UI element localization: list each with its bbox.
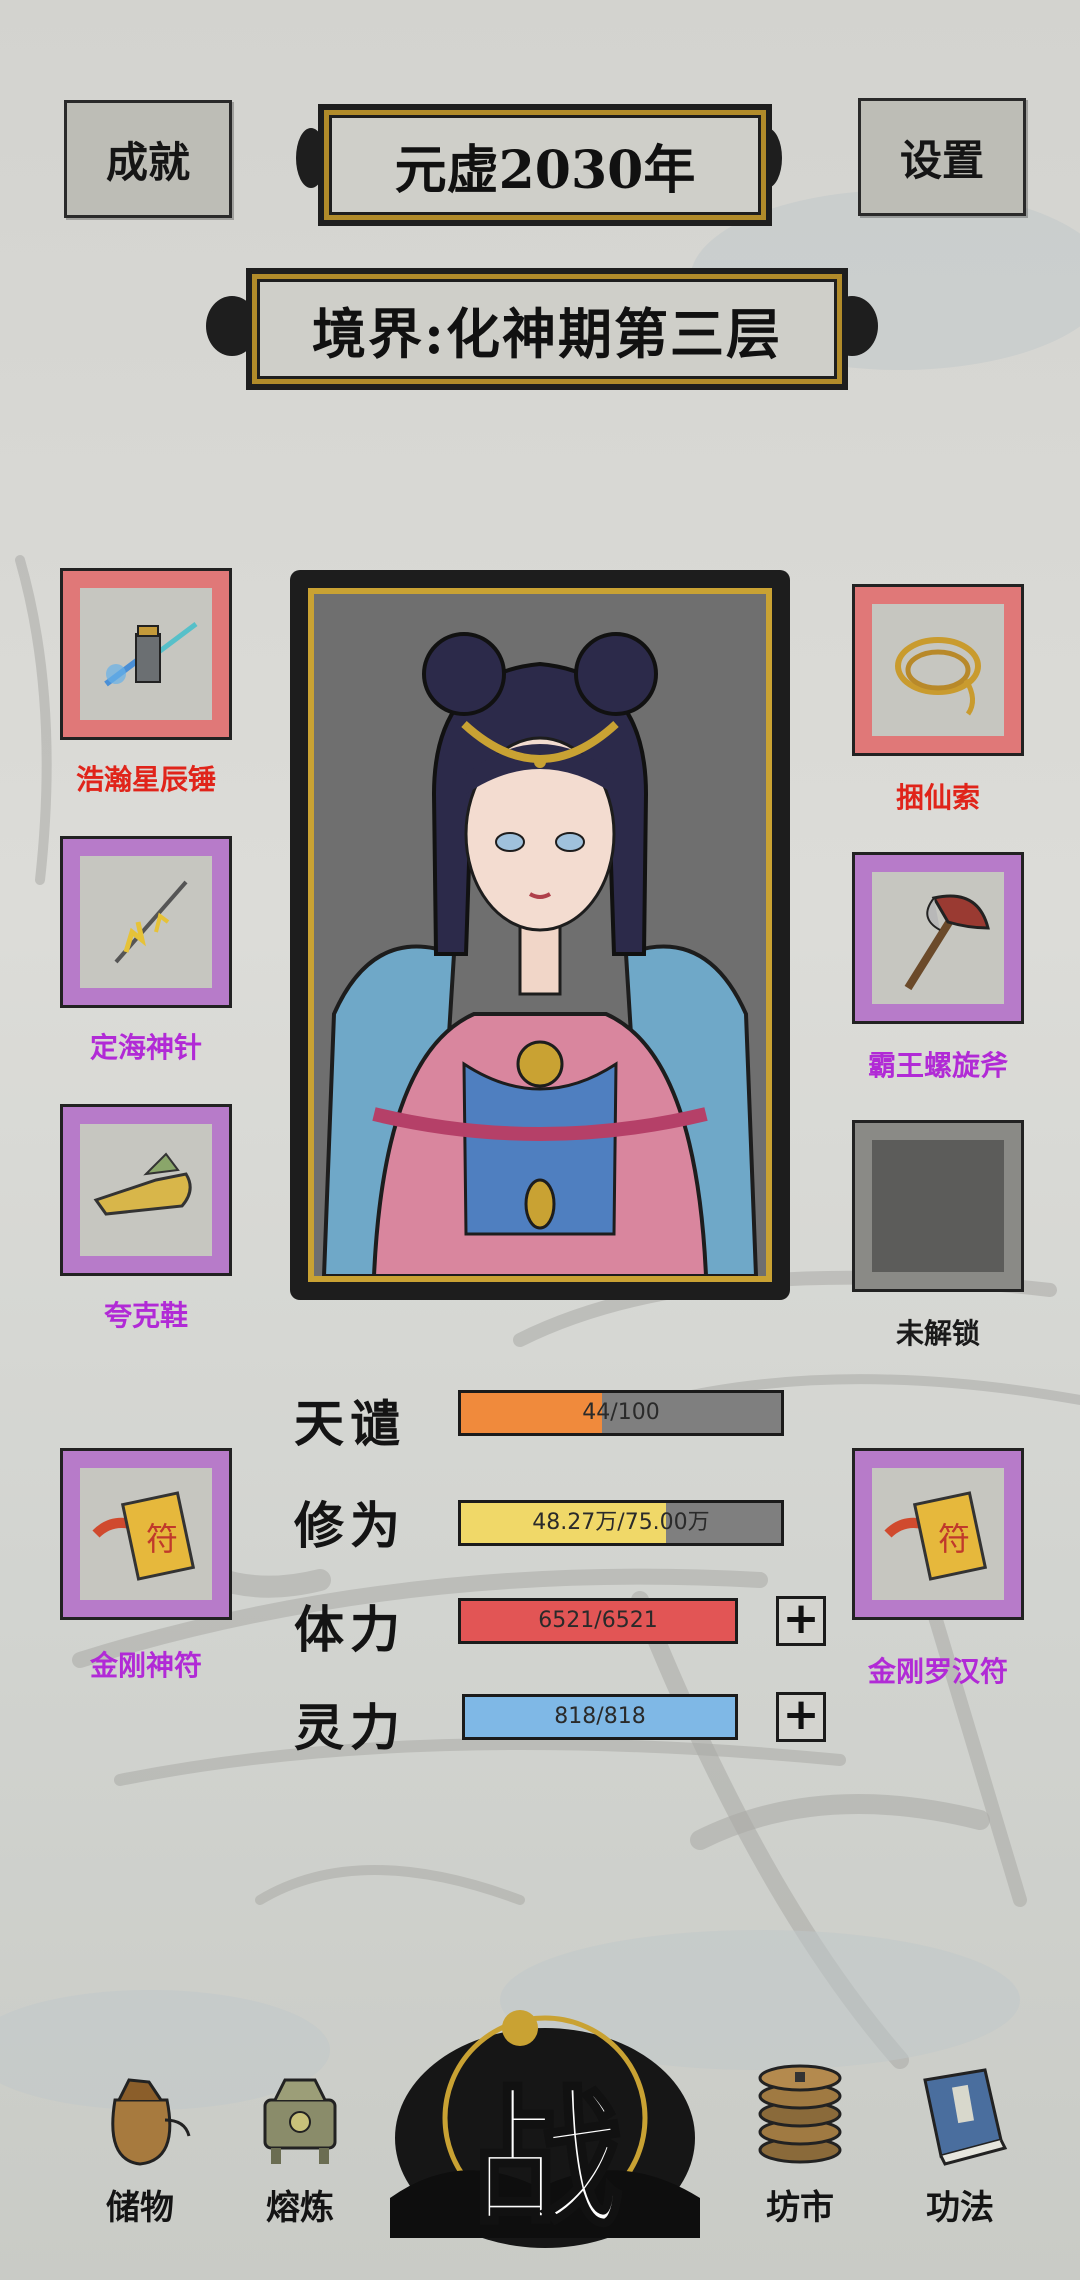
stat-label-stamina: 体力 <box>294 1600 406 1659</box>
stamina-bar: 6521/6521 <box>458 1598 738 1644</box>
nav-skills[interactable]: 功法 <box>900 2060 1020 2229</box>
equip-label-boots: 夸克鞋 <box>103 1299 188 1332</box>
fight-button-label: 战 <box>470 2069 624 2249</box>
realm-plate: 境界:化神期第三层 <box>246 268 848 390</box>
nav-refine[interactable]: 熔炼 <box>240 2060 360 2229</box>
equip-label-talisman: 金刚神符 <box>89 1649 202 1682</box>
pouch-icon <box>111 2078 191 2166</box>
coins-icon <box>758 2064 842 2164</box>
equip-label-rope: 捆仙索 <box>895 781 980 814</box>
stat-label-punishment: 天谴 <box>294 1394 406 1453</box>
year-plate: 元虚2030年 <box>318 104 772 226</box>
equip-slot-locked[interactable] <box>852 1120 1024 1292</box>
stat-label-spirit: 灵力 <box>294 1698 406 1757</box>
settings-button[interactable]: 设置 <box>858 98 1026 216</box>
settings-label: 设置 <box>899 135 984 185</box>
equip-slot-needle[interactable] <box>60 836 232 1008</box>
character-illustration <box>314 594 766 1276</box>
svg-text:符: 符 <box>146 1520 178 1558</box>
spirit-bar: 818/818 <box>462 1694 738 1740</box>
star-hammer-icon <box>104 622 198 687</box>
stamina-plus-button[interactable]: + <box>776 1596 826 1646</box>
realm-label: 境界:化神期第三层 <box>312 301 782 366</box>
nav-storage-label: 储物 <box>106 2188 174 2228</box>
equip-slot-axe[interactable] <box>852 852 1024 1024</box>
stamina-bar-text: 6521/6521 <box>538 1608 658 1633</box>
equip-label-axe: 霸王螺旋斧 <box>867 1049 1008 1082</box>
fight-button[interactable]: 战 <box>380 1998 710 2258</box>
equip-label-needle: 定海神针 <box>89 1031 202 1064</box>
cauldron-icon <box>263 2078 337 2164</box>
book-icon <box>923 2068 1008 2166</box>
equip-label-arhat-talisman: 金刚罗汉符 <box>867 1655 1008 1688</box>
equip-slot-boots[interactable] <box>60 1104 232 1276</box>
nav-storage[interactable]: 储物 <box>80 2060 200 2229</box>
nav-market-label: 坊市 <box>766 2188 834 2228</box>
equip-slot-rope[interactable] <box>852 584 1024 756</box>
punishment-bar-text: 44/100 <box>582 1400 660 1425</box>
nav-skills-label: 功法 <box>926 2188 994 2228</box>
equip-label-hammer: 浩瀚星辰锤 <box>75 763 216 796</box>
boots-icon <box>93 1152 192 1216</box>
axe-icon <box>904 894 990 991</box>
punishment-bar: 44/100 <box>458 1390 784 1436</box>
nav-refine-label: 熔炼 <box>266 2188 334 2228</box>
cultivation-bar-text: 48.27万/75.00万 <box>532 1510 710 1535</box>
character-portrait[interactable] <box>308 588 772 1282</box>
rope-icon <box>895 637 981 716</box>
nav-market[interactable]: 坊市 <box>740 2050 860 2229</box>
talisman-icon: 符 <box>92 1491 196 1581</box>
character-portrait-frame <box>290 570 790 1300</box>
stat-label-cultivation: 修为 <box>294 1496 406 1555</box>
locked-slot-icon <box>872 1140 1004 1272</box>
year-label: 元虚2030年 <box>394 139 696 201</box>
equip-label-locked: 未解锁 <box>895 1317 980 1350</box>
achievements-label: 成就 <box>105 137 190 187</box>
equip-slot-hammer[interactable] <box>60 568 232 740</box>
cultivation-bar: 48.27万/75.00万 <box>458 1500 784 1546</box>
equip-slot-talisman[interactable]: 符 <box>60 1448 232 1620</box>
svg-text:符: 符 <box>938 1520 970 1558</box>
equip-slot-arhat-talisman[interactable]: 符 <box>852 1448 1024 1620</box>
achievements-button[interactable]: 成就 <box>64 100 232 218</box>
spirit-plus-button[interactable]: + <box>776 1692 826 1742</box>
talisman-icon: 符 <box>884 1491 988 1581</box>
spirit-bar-text: 818/818 <box>554 1704 646 1729</box>
sea-needle-icon <box>114 880 188 964</box>
